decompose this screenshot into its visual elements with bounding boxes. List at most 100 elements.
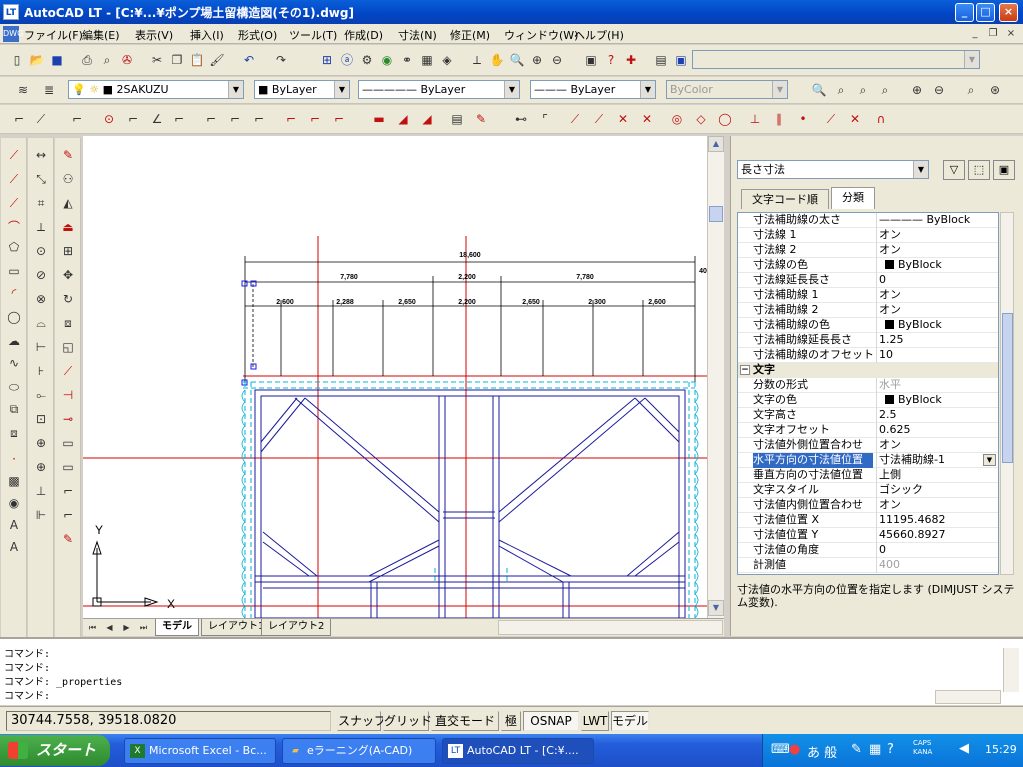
hyperlink-icon[interactable]: ⚭	[398, 51, 416, 69]
zoom-out-icon[interactable]: ⊖	[930, 81, 948, 99]
property-value[interactable]: 45660.8927	[876, 528, 998, 543]
property-row[interactable]: 寸法値の角度 0	[738, 543, 998, 558]
last-tab-icon[interactable]: ⏭	[137, 621, 150, 634]
menu-insert[interactable]: 挿入(I)	[190, 27, 224, 43]
ime-icon[interactable]: ●	[789, 742, 800, 757]
dim-diameter-icon[interactable]: ⊙	[32, 242, 50, 260]
dim-quick-icon[interactable]: ⊢	[32, 338, 50, 356]
zoom-center-icon[interactable]: ⌕	[876, 81, 894, 99]
drawing-horizontal-scrollbar[interactable]	[498, 620, 723, 635]
property-row[interactable]: 寸法補助線延長長さ 1.25	[738, 333, 998, 348]
menu-file[interactable]: ファイル(F)	[24, 27, 83, 43]
zoom-extents-icon[interactable]: ⊛	[986, 81, 1004, 99]
property-row[interactable]: 垂直方向の寸法値位置 上側	[738, 468, 998, 483]
property-value[interactable]: ゴシック	[876, 483, 998, 498]
pickadd-icon[interactable]: ▽	[943, 160, 965, 180]
snap-parallel-icon[interactable]: ∥	[770, 110, 788, 128]
arc-icon[interactable]: ◜	[5, 284, 23, 302]
paste-icon[interactable]: 📋	[188, 51, 206, 69]
task-autocad[interactable]: LT AutoCAD LT - [C:¥....	[442, 738, 594, 764]
property-value[interactable]: オン	[876, 498, 998, 513]
task-excel[interactable]: X Microsoft Excel - Bc...	[124, 738, 276, 764]
dim-update-icon[interactable]: ▬	[370, 110, 388, 128]
menu-dimension[interactable]: 寸法(N)	[398, 27, 437, 43]
scroll-thumb[interactable]	[709, 206, 723, 222]
snap-endpoint-icon[interactable]: ⟋	[566, 110, 584, 128]
dim-inspect-icon[interactable]: ⊥	[32, 482, 50, 500]
zoom-all-icon[interactable]: ⌕	[962, 81, 980, 99]
dim-ordinate-icon[interactable]: ⌗	[32, 194, 50, 212]
property-row[interactable]: 寸法補助線の太さ ———— ByBlock	[738, 213, 998, 228]
linear-dim-icon[interactable]: ⌐	[10, 110, 28, 128]
pedit-icon[interactable]: ✎	[59, 530, 77, 548]
stretch-icon[interactable]: ◱	[59, 338, 77, 356]
dim-angular-icon[interactable]: ⊘	[32, 266, 50, 284]
redo-icon[interactable]: ↷	[272, 51, 290, 69]
ortho-toggle[interactable]: 直交モード	[431, 711, 499, 731]
quick-dim-icon[interactable]: ⌐	[170, 110, 188, 128]
today-icon[interactable]: ⓐ	[338, 51, 356, 69]
snap-nearest-icon[interactable]: ⟋	[822, 110, 840, 128]
snap-from-icon[interactable]: ⌜	[536, 110, 554, 128]
dim-aligned-icon[interactable]: ⤡	[32, 170, 50, 188]
mdi-close-button[interactable]: ×	[1004, 27, 1018, 41]
viewport-scale-icon[interactable]: ▣	[672, 51, 690, 69]
angular-dim-icon[interactable]: ∠	[148, 110, 166, 128]
menu-help[interactable]: ヘルプ(H)	[574, 27, 624, 43]
open-icon[interactable]: 📂	[28, 51, 46, 69]
property-row[interactable]: 文字オフセット 0.625	[738, 423, 998, 438]
menu-draw[interactable]: 作成(D)	[344, 27, 383, 43]
property-value[interactable]: オン	[876, 303, 998, 318]
ime-pad-icon[interactable]: ✎	[851, 742, 862, 757]
aligned-dim-icon[interactable]: ⟋	[32, 110, 50, 128]
snap-center-icon[interactable]: ◎	[668, 110, 686, 128]
property-row[interactable]: 寸法値位置 X 11195.4682	[738, 513, 998, 528]
property-value[interactable]: 1.25	[876, 333, 998, 348]
region-icon[interactable]: ◉	[5, 494, 23, 512]
copy-icon[interactable]: ❐	[168, 51, 186, 69]
color-dropdown[interactable]: ■ ByLayer ▼	[254, 80, 350, 99]
save-icon[interactable]: ■	[48, 51, 66, 69]
osnap-settings-icon[interactable]: ∩	[872, 110, 890, 128]
mirror-icon[interactable]: ◭	[59, 194, 77, 212]
coordinate-readout[interactable]: 30744.7558, 39518.0820	[6, 711, 331, 731]
task-folder[interactable]: ▰ eラーニング(A-CAD)	[282, 738, 436, 764]
snap-none-icon[interactable]: ✕	[846, 110, 864, 128]
menu-modify[interactable]: 修正(M)	[450, 27, 490, 43]
command-horizontal-scrollbar[interactable]	[935, 690, 1001, 704]
menu-tools[interactable]: ツール(T)	[289, 27, 337, 43]
property-row[interactable]: 寸法補助線 2 オン	[738, 303, 998, 318]
polygon-icon[interactable]: ⬠	[5, 238, 23, 256]
dim-leader-icon[interactable]: ⊡	[32, 410, 50, 428]
menu-format[interactable]: 形式(O)	[238, 27, 277, 43]
property-row[interactable]: 寸法補助線 1 オン	[738, 288, 998, 303]
property-value[interactable]: 11195.4682	[876, 513, 998, 528]
join-icon[interactable]: ▭	[59, 434, 77, 452]
tab-categorized[interactable]: 分類	[831, 187, 875, 209]
property-value[interactable]: 400	[876, 558, 998, 573]
drawing-vertical-scrollbar[interactable]: ▲ ▼	[707, 136, 724, 618]
dim-style-icon[interactable]: ◢	[394, 110, 412, 128]
cut-icon[interactable]: ✂	[148, 51, 166, 69]
command-prompt[interactable]: コマンド:	[4, 690, 50, 704]
dim-linear-icon[interactable]: ↔	[32, 146, 50, 164]
property-value[interactable]: ByBlock	[876, 258, 998, 273]
close-button[interactable]: ×	[999, 3, 1018, 22]
polar-toggle[interactable]: 極	[501, 711, 521, 731]
baseline-dim-icon[interactable]: ⌐	[202, 110, 220, 128]
radius-dim-icon[interactable]: ⊙	[100, 110, 118, 128]
move-icon[interactable]: ✥	[59, 266, 77, 284]
leader-icon[interactable]: ⌐	[250, 110, 268, 128]
zoom-previous-icon[interactable]: ⊖	[548, 51, 566, 69]
ray-icon[interactable]: ⟋	[5, 170, 23, 188]
fillet-icon[interactable]: ⌐	[59, 482, 77, 500]
property-grid-scrollbar[interactable]	[1000, 212, 1014, 575]
quick-select-icon[interactable]: ▣	[993, 160, 1015, 180]
tool-palette-icon[interactable]: ▦	[418, 51, 436, 69]
property-row[interactable]: 寸法線 1 オン	[738, 228, 998, 243]
rectangle-icon[interactable]: ▭	[5, 262, 23, 280]
dim-text-edit-icon[interactable]: ✎	[472, 110, 490, 128]
insert-block-icon[interactable]: ⧉	[5, 400, 23, 418]
new-icon[interactable]: ▯	[8, 51, 26, 69]
zoom-scale-icon[interactable]: ⌕	[854, 81, 872, 99]
